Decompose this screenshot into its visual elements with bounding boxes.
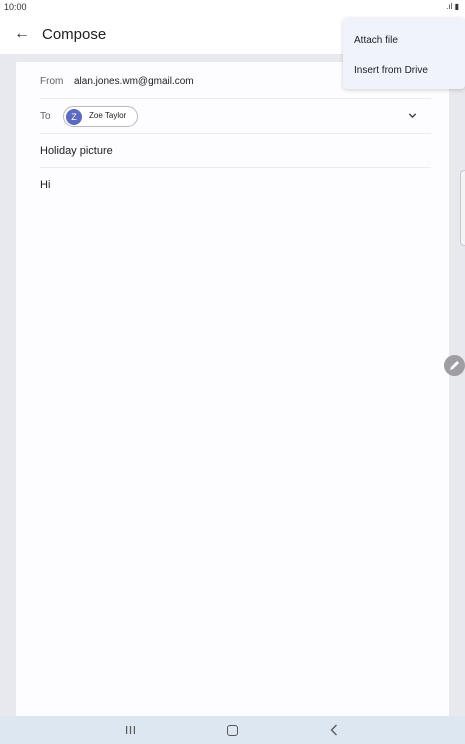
- subject-row[interactable]: Holiday picture: [40, 134, 431, 168]
- status-icons: .ıl ▮: [446, 2, 459, 11]
- edit-fab-button[interactable]: [444, 355, 465, 376]
- recipient-chip[interactable]: Z Zoe Taylor: [63, 106, 138, 127]
- to-row[interactable]: To Z Zoe Taylor: [40, 99, 431, 134]
- home-icon[interactable]: [227, 725, 238, 736]
- menu-item-insert-from-drive[interactable]: Insert from Drive: [354, 65, 428, 76]
- body-field[interactable]: Hi: [40, 179, 50, 191]
- edge-panel-handle[interactable]: [460, 170, 465, 246]
- from-field[interactable]: alan.jones.wm@gmail.com: [74, 76, 194, 87]
- chevron-down-icon[interactable]: [408, 111, 417, 120]
- to-label: To: [40, 111, 51, 122]
- page-title: Compose: [42, 26, 107, 43]
- status-time: 10:00: [4, 2, 27, 12]
- pencil-icon: [450, 361, 459, 370]
- status-bar: 10:00 .ıl ▮: [0, 0, 465, 16]
- subject-field[interactable]: Holiday picture: [40, 145, 113, 157]
- navigation-bar: [0, 716, 465, 744]
- recent-apps-icon[interactable]: [125, 725, 136, 735]
- avatar: Z: [66, 109, 82, 125]
- recipient-name: Zoe Taylor: [89, 111, 127, 120]
- attach-menu: Attach file Insert from Drive: [343, 18, 465, 89]
- back-icon[interactable]: [329, 724, 339, 736]
- menu-item-attach-file[interactable]: Attach file: [354, 35, 398, 46]
- from-label: From: [40, 76, 64, 87]
- back-arrow-icon[interactable]: ←: [14, 25, 32, 43]
- compose-card: From alan.jones.wm@gmail.com To Z Zoe Ta…: [16, 62, 449, 718]
